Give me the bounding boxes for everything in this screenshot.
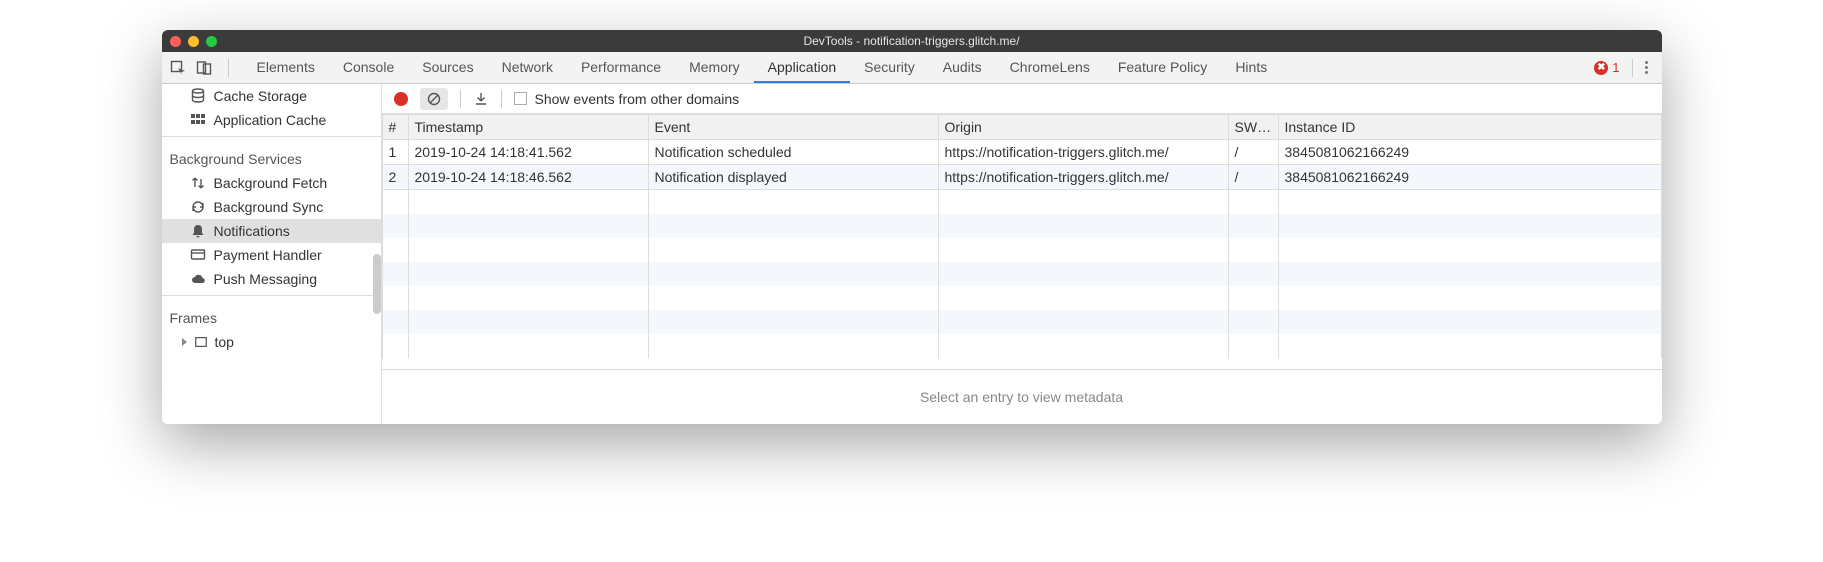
cell-ts: 2019-10-24 14:18:46.562 [408,165,648,190]
more-menu-button[interactable] [1639,55,1654,80]
sidebar-item-push-messaging[interactable]: Push Messaging [162,267,381,291]
sidebar-item-notifications[interactable]: Notifications [162,219,381,243]
clear-icon [426,91,442,107]
tab-elements[interactable]: Elements [243,52,329,83]
sidebar-item-label: Application Cache [214,112,327,128]
card-icon [190,247,206,263]
devtools-tabbar: ElementsConsoleSourcesNetworkPerformance… [162,52,1662,84]
sidebar-scrollbar[interactable] [373,254,381,314]
cell-or: https://notification-triggers.glitch.me/ [938,140,1228,165]
tab-network[interactable]: Network [488,52,567,83]
record-button[interactable] [390,88,412,110]
titlebar: DevTools - notification-triggers.glitch.… [162,30,1662,52]
inspect-element-icon[interactable] [170,60,186,76]
col-event[interactable]: Event [648,115,938,140]
bell-icon [190,223,206,239]
sidebar-item-label: Cache Storage [214,88,307,104]
sidebar-item-frame-top[interactable]: top [162,330,381,354]
cell-n: 1 [382,140,408,165]
expand-arrow-icon[interactable] [182,338,187,346]
tab-audits[interactable]: Audits [929,52,996,83]
cloud-icon [190,271,206,287]
transfer-icon [190,175,206,191]
error-count-value: 1 [1612,60,1619,75]
sync-icon [190,199,206,215]
cell-ev: Notification scheduled [648,140,938,165]
metadata-hint: Select an entry to view metadata [382,369,1662,424]
application-sidebar: Cache Storage Application Cache Backgrou… [162,84,382,424]
sidebar-section-frames: Frames [162,300,381,330]
tab-performance[interactable]: Performance [567,52,675,83]
frame-icon [193,334,209,350]
cell-id: 3845081062166249 [1278,140,1661,165]
notifications-toolbar: Show events from other domains [382,84,1662,114]
sidebar-item-application-cache[interactable]: Application Cache [162,108,381,132]
sidebar-item-label: Notifications [214,223,290,239]
table-header: # Timestamp Event Origin SW … Instance I… [382,115,1661,140]
tab-hints[interactable]: Hints [1221,52,1281,83]
tab-security[interactable]: Security [850,52,929,83]
grid-icon [190,112,206,128]
cell-sw: / [1228,140,1278,165]
sidebar-item-cache-storage[interactable]: Cache Storage [162,84,381,108]
table-row-empty [382,238,1661,262]
devtools-window: DevTools - notification-triggers.glitch.… [162,30,1662,424]
sidebar-item-label: Background Fetch [214,175,328,191]
table-row-empty [382,286,1661,310]
notifications-panel: Show events from other domains # Timesta… [382,84,1662,424]
separator [228,59,229,77]
show-other-domains-checkbox[interactable] [514,92,527,105]
table-row-empty [382,262,1661,286]
col-origin[interactable]: Origin [938,115,1228,140]
error-count[interactable]: ✖ 1 [1594,60,1625,75]
cell-n: 2 [382,165,408,190]
sidebar-item-label: top [215,334,234,350]
separator [1632,59,1633,77]
tab-sources[interactable]: Sources [408,52,487,83]
sidebar-item-background-fetch[interactable]: Background Fetch [162,171,381,195]
error-icon: ✖ [1594,61,1608,75]
col-timestamp[interactable]: Timestamp [408,115,648,140]
table-row-empty [382,214,1661,238]
window-title: DevTools - notification-triggers.glitch.… [162,34,1662,48]
device-toolbar-icon[interactable] [196,60,212,76]
sidebar-item-background-sync[interactable]: Background Sync [162,195,381,219]
tab-console[interactable]: Console [329,52,408,83]
table-row-empty [382,334,1661,358]
cell-sw: / [1228,165,1278,190]
show-other-domains-label: Show events from other domains [535,91,740,107]
table-row-empty [382,190,1661,215]
cell-ev: Notification displayed [648,165,938,190]
tab-feature-policy[interactable]: Feature Policy [1104,52,1221,83]
sidebar-item-label: Payment Handler [214,247,322,263]
cell-id: 3845081062166249 [1278,165,1661,190]
download-button[interactable] [473,91,489,107]
tab-memory[interactable]: Memory [675,52,754,83]
tab-chromelens[interactable]: ChromeLens [996,52,1104,83]
col-instance-id[interactable]: Instance ID [1278,115,1661,140]
sidebar-item-payment-handler[interactable]: Payment Handler [162,243,381,267]
col-sw-scope[interactable]: SW … [1228,115,1278,140]
sidebar-section-background-services: Background Services [162,141,381,171]
sidebar-item-label: Push Messaging [214,271,318,287]
table-row-empty [382,310,1661,334]
database-icon [190,88,206,104]
col-number[interactable]: # [382,115,408,140]
cell-ts: 2019-10-24 14:18:41.562 [408,140,648,165]
cell-or: https://notification-triggers.glitch.me/ [938,165,1228,190]
events-table: # Timestamp Event Origin SW … Instance I… [382,114,1662,369]
sidebar-item-label: Background Sync [214,199,324,215]
clear-button[interactable] [420,88,448,110]
tab-application[interactable]: Application [754,52,851,83]
table-row[interactable]: 12019-10-24 14:18:41.562Notification sch… [382,140,1661,165]
table-row[interactable]: 22019-10-24 14:18:46.562Notification dis… [382,165,1661,190]
